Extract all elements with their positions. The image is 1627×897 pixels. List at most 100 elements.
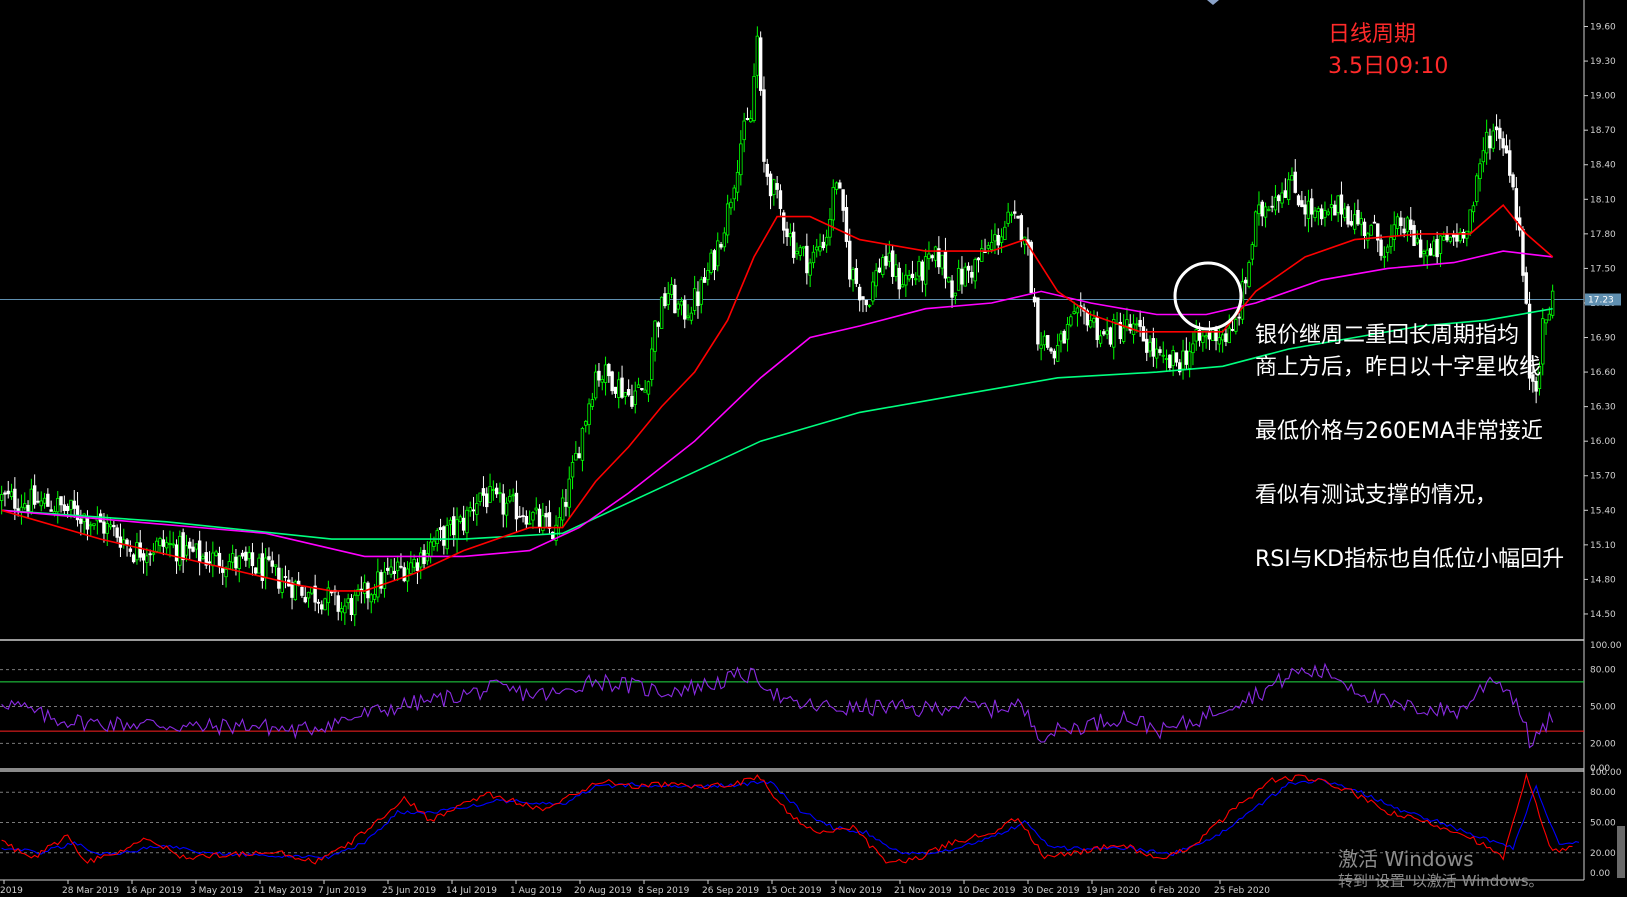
candle-body <box>597 370 601 381</box>
candle-body <box>854 267 859 284</box>
candle-body <box>62 504 67 511</box>
candle-body <box>69 499 73 511</box>
candle-body <box>244 551 248 561</box>
activation-watermark-subtitle: 转到"设置"以激活 Windows。 <box>1338 872 1544 890</box>
candle-body <box>65 505 70 512</box>
candle-body <box>626 389 631 396</box>
candle-body <box>475 503 479 515</box>
candle-body <box>1141 326 1146 342</box>
candle-body <box>881 257 885 275</box>
kd-tick-label: 80.00 <box>1590 788 1616 798</box>
candle-body <box>600 379 604 383</box>
candle-body <box>861 296 865 300</box>
time-tick-label: 19 Jan 2020 <box>1086 886 1140 896</box>
price-tick-label: 16.60 <box>1590 368 1616 378</box>
candle-body <box>56 498 60 513</box>
candle-body <box>461 517 466 531</box>
candle-body <box>848 240 852 280</box>
candle-body <box>1009 213 1014 216</box>
candle-body <box>973 259 977 282</box>
candle-body <box>894 264 898 277</box>
candle-body <box>201 555 205 560</box>
rsi-tick-label: 100.00 <box>1590 641 1622 651</box>
candle-body <box>148 553 152 556</box>
candle-body <box>1442 236 1446 241</box>
candle-body <box>1491 130 1495 149</box>
candle-body <box>1154 348 1159 359</box>
candle-body <box>59 496 63 506</box>
candle-body <box>346 598 350 604</box>
candle-body <box>207 561 212 564</box>
candle-body <box>1032 296 1037 303</box>
candle-body <box>389 566 393 575</box>
candle-body <box>1098 335 1103 344</box>
candle-body <box>240 552 245 557</box>
candle-body <box>659 296 664 329</box>
candle-body <box>491 489 496 491</box>
time-tick-label: 7 Jun 2019 <box>318 886 367 896</box>
candle-body <box>1184 350 1189 365</box>
candle-body <box>947 276 951 283</box>
candle-body <box>874 270 878 287</box>
candle-body <box>607 363 611 377</box>
candle-body <box>851 269 855 281</box>
candle-body <box>1296 195 1301 206</box>
annotation-line-1: 银价继周二重回长周期指均 <box>1255 323 1520 348</box>
candle-body <box>349 598 354 616</box>
candle-body <box>1544 319 1548 324</box>
candle-body <box>943 250 948 279</box>
rsi-tick-label: 20.00 <box>1590 739 1616 749</box>
candle-body <box>1052 350 1057 359</box>
candle-body <box>102 521 106 534</box>
candle-body <box>798 247 802 256</box>
candle-body <box>1055 345 1060 362</box>
candle-body <box>1237 316 1241 319</box>
candle-body <box>197 540 202 563</box>
candle-body <box>752 76 756 121</box>
candle-body <box>211 552 215 567</box>
kd-tick-label: 20.00 <box>1590 849 1616 859</box>
candle-body <box>372 593 377 600</box>
candle-body <box>151 552 156 555</box>
time-tick-label: 16 Apr 2019 <box>126 886 182 896</box>
candle-body <box>316 601 321 604</box>
candle-body <box>857 286 862 301</box>
activation-watermark-title: 激活 Windows <box>1338 847 1474 871</box>
candle-body <box>762 89 766 162</box>
time-tick-label: 1 Aug 2019 <box>510 886 562 896</box>
candle-body <box>1395 216 1400 229</box>
candle-body <box>6 490 10 495</box>
candle-body <box>1550 290 1555 316</box>
candle-body <box>1042 335 1047 346</box>
candle-body <box>1409 219 1413 230</box>
candle-body <box>1273 196 1278 211</box>
candle-body <box>587 403 591 425</box>
time-label: 3.5日09:10 <box>1328 54 1449 79</box>
candle-body <box>1392 224 1396 240</box>
candle-body <box>1267 208 1271 211</box>
candle-body <box>359 588 364 591</box>
candle-body <box>1521 228 1525 276</box>
candle-body <box>320 604 324 610</box>
candle-body <box>498 492 502 494</box>
candle-body <box>1247 262 1251 287</box>
candle-body <box>303 597 307 603</box>
candle-body <box>174 544 179 562</box>
annotation-line-3: 最低价格与260EMA非常接近 <box>1255 419 1543 444</box>
candle-body <box>646 381 651 395</box>
candle-body <box>1494 126 1499 131</box>
candle-body <box>996 235 1000 246</box>
candle-body <box>1362 221 1367 237</box>
candle-body <box>1158 349 1162 353</box>
price-tick-label: 19.60 <box>1590 23 1616 33</box>
chart-canvas: 19.60 19.30 19.00 18.70 18.40 18.10 17.80 17.50… <box>0 0 1625 896</box>
candle-body <box>1046 335 1050 348</box>
candle-body <box>518 515 522 518</box>
candle-body <box>933 246 938 261</box>
candle-body <box>1326 211 1330 215</box>
candle-body <box>834 182 839 190</box>
candle-body <box>1349 221 1354 226</box>
candle-body <box>481 488 486 496</box>
candle-body <box>1428 248 1433 256</box>
candle-body <box>442 526 446 546</box>
